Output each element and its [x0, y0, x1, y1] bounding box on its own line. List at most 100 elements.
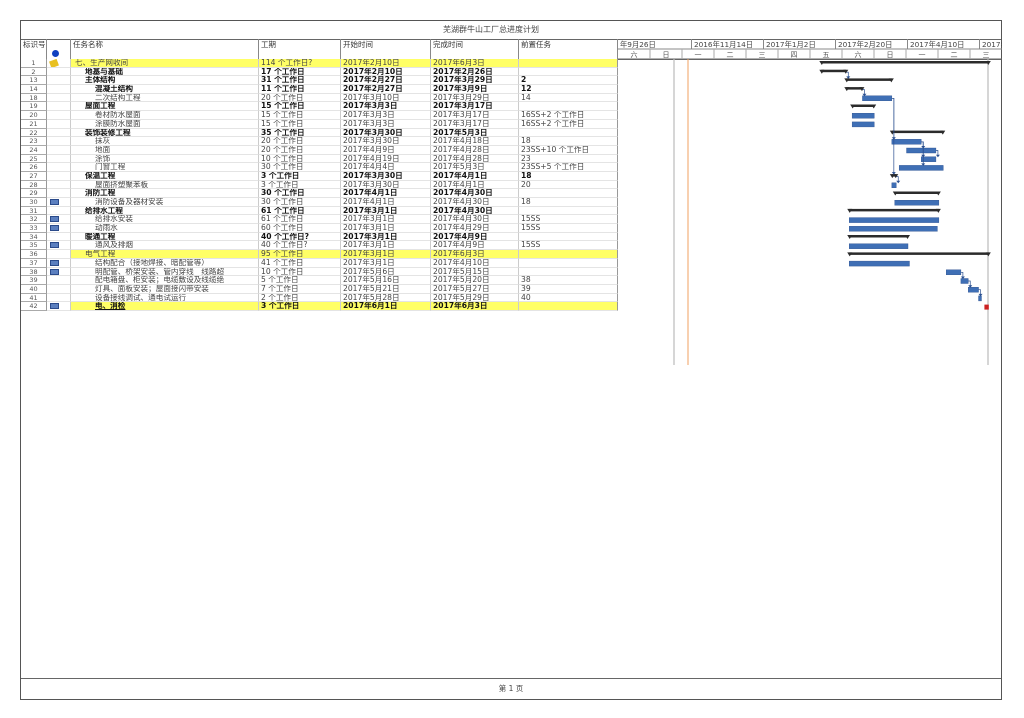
task-finish[interactable]: 2017年6月3日 [431, 250, 519, 259]
col-finish[interactable]: 完成时间 [431, 39, 519, 59]
task-name[interactable]: 混凝土结构 [71, 85, 259, 94]
task-name[interactable]: 抹灰 [71, 137, 259, 146]
task-finish[interactable]: 2017年4月9日 [431, 232, 519, 242]
task-row[interactable]: 18 二次结构工程 20 个工作日 2017年3月10日 2017年3月29日 14 [21, 93, 618, 103]
task-row[interactable]: 36 电气工程 95 个工作日 2017年3月1日 2017年6月3日 [21, 250, 618, 259]
task-start[interactable]: 2017年3月10日 [341, 93, 431, 103]
task-duration[interactable]: 5 个工作日 [259, 276, 341, 285]
task-row[interactable]: 29 消防工程 30 个工作日 2017年4月1日 2017年4月30日 [21, 189, 618, 198]
task-start[interactable]: 2017年6月1日 [341, 302, 431, 311]
task-row[interactable]: 14 混凝土结构 11 个工作日 2017年2月27日 2017年3月9日 12 [21, 85, 618, 94]
task-row[interactable]: 25 涂饰 10 个工作日 2017年4月19日 2017年4月28日 23 [21, 154, 618, 164]
task-start[interactable]: 2017年3月3日 [341, 119, 431, 129]
task-name[interactable]: 消防工程 [71, 189, 259, 198]
task-duration[interactable]: 30 个工作日 [259, 163, 341, 172]
task-finish[interactable]: 2017年4月9日 [431, 241, 519, 251]
col-duration[interactable]: 工期 [259, 39, 341, 59]
task-row[interactable]: 19 屋面工程 15 个工作日 2017年3月3日 2017年3月17日 [21, 102, 618, 112]
task-predecessors[interactable]: 39 [519, 284, 618, 294]
task-start[interactable]: 2017年2月10日 [341, 67, 431, 77]
col-predecessors[interactable]: 前置任务 [519, 39, 618, 59]
task-finish[interactable]: 2017年4月1日 [431, 171, 519, 181]
task-finish[interactable]: 2017年5月3日 [431, 128, 519, 138]
task-finish[interactable]: 2017年4月28日 [431, 145, 519, 155]
task-duration[interactable]: 3 个工作日 [259, 302, 341, 311]
task-name[interactable]: 消防设备及器材安装 [71, 198, 259, 207]
task-row[interactable]: 30 消防设备及器材安装 30 个工作日 2017年4月1日 2017年4月30日 18 [21, 198, 618, 207]
task-row[interactable]: 20 卷材防水屋面 15 个工作日 2017年3月3日 2017年3月17日 16SS+2… [21, 111, 618, 120]
task-name[interactable]: 给排水工程 [71, 206, 259, 216]
task-row[interactable]: 24 地面 20 个工作日 2017年4月9日 2017年4月28日 23SS+10 个工… [21, 145, 618, 155]
task-row[interactable]: 22 装饰装修工程 35 个工作日 2017年3月30日 2017年5月3日 [21, 128, 618, 138]
task-row[interactable]: 37 结构配合（接地焊接、暗配管等） 41 个工作日 2017年3月1日 2017年4月… [21, 258, 618, 268]
task-finish[interactable]: 2017年4月30日 [431, 198, 519, 207]
task-start[interactable]: 2017年5月16日 [341, 276, 431, 285]
task-duration[interactable]: 20 个工作日 [259, 137, 341, 146]
task-row[interactable]: 13 主体结构 31 个工作日 2017年2月27日 2017年3月29日 2 [21, 76, 618, 86]
task-start[interactable]: 2017年2月27日 [341, 85, 431, 94]
task-row[interactable]: 28 屋面挤塑聚苯板 3 个工作日 2017年3月30日 2017年4月1日 20 [21, 180, 618, 190]
task-start[interactable]: 2017年3月3日 [341, 111, 431, 120]
task-duration[interactable]: 40 个工作日? [259, 232, 341, 242]
task-start[interactable]: 2017年3月1日 [341, 232, 431, 242]
task-predecessors[interactable]: 38 [519, 276, 618, 285]
task-row[interactable]: 27 保温工程 3 个工作日 2017年3月30日 2017年4月1日 18 [21, 171, 618, 181]
task-predecessors[interactable] [519, 189, 618, 198]
task-finish[interactable]: 2017年4月10日 [431, 258, 519, 268]
task-predecessors[interactable]: 12 [519, 85, 618, 94]
task-row[interactable]: 34 暖通工程 40 个工作日? 2017年3月1日 2017年4月9日 [21, 232, 618, 242]
task-name[interactable]: 地基与基础 [71, 67, 259, 77]
task-name[interactable]: 电、消检 [71, 302, 259, 311]
task-duration[interactable]: 10 个工作日 [259, 154, 341, 164]
task-start[interactable]: 2017年4月1日 [341, 198, 431, 207]
task-predecessors[interactable]: 23SS+5 个工作日 [519, 163, 618, 172]
task-duration[interactable]: 11 个工作日 [259, 85, 341, 94]
task-predecessors[interactable] [519, 128, 618, 138]
task-duration[interactable]: 15 个工作日 [259, 119, 341, 129]
task-duration[interactable]: 61 个工作日 [259, 215, 341, 225]
task-start[interactable]: 2017年5月6日 [341, 267, 431, 277]
task-row[interactable]: 41 设备接线调试、通电试运行 2 个工作日 2017年5月28日 2017年5月29日… [21, 293, 618, 303]
task-duration[interactable]: 15 个工作日 [259, 102, 341, 112]
task-name[interactable]: 二次结构工程 [71, 93, 259, 103]
task-start[interactable]: 2017年5月28日 [341, 293, 431, 303]
task-row[interactable]: 32 给排水安装 61 个工作日 2017年3月1日 2017年4月30日 15SS [21, 215, 618, 225]
task-predecessors[interactable]: 15SS [519, 241, 618, 251]
task-finish[interactable]: 2017年3月29日 [431, 76, 519, 86]
task-finish[interactable]: 2017年4月28日 [431, 154, 519, 164]
task-predecessors[interactable]: 18 [519, 137, 618, 146]
task-duration[interactable]: 3 个工作日 [259, 171, 341, 181]
task-name[interactable]: 设备接线调试、通电试运行 [71, 293, 259, 303]
task-predecessors[interactable]: 20 [519, 180, 618, 190]
task-start[interactable]: 2017年5月21日 [341, 284, 431, 294]
task-row[interactable]: 23 抹灰 20 个工作日 2017年3月30日 2017年4月18日 18 [21, 137, 618, 146]
task-start[interactable]: 2017年3月1日 [341, 215, 431, 225]
task-duration[interactable]: 3 个工作日 [259, 180, 341, 190]
col-id[interactable]: 标识号 [21, 39, 47, 59]
task-predecessors[interactable]: 14 [519, 93, 618, 103]
task-duration[interactable]: 61 个工作日 [259, 206, 341, 216]
task-name[interactable]: 暖通工程 [71, 232, 259, 242]
task-row[interactable]: 2 地基与基础 17 个工作日 2017年2月10日 2017年2月26日 [21, 67, 618, 77]
task-predecessors[interactable] [519, 206, 618, 216]
task-row[interactable]: 26 门窗工程 30 个工作日 2017年4月4日 2017年5月3日 23SS+5 个工… [21, 163, 618, 172]
task-finish[interactable]: 2017年6月3日 [431, 59, 519, 68]
task-start[interactable]: 2017年4月4日 [341, 163, 431, 172]
task-start[interactable]: 2017年3月1日 [341, 250, 431, 259]
task-duration[interactable]: 20 个工作日 [259, 93, 341, 103]
task-name[interactable]: 通风及排烟 [71, 241, 259, 251]
task-name[interactable]: 屋面挤塑聚苯板 [71, 180, 259, 190]
task-predecessors[interactable]: 40 [519, 293, 618, 303]
col-name[interactable]: 任务名称 [71, 39, 259, 59]
task-predecessors[interactable]: 2 [519, 76, 618, 86]
task-predecessors[interactable] [519, 232, 618, 242]
task-name[interactable]: 装饰装修工程 [71, 128, 259, 138]
task-name[interactable]: 地面 [71, 145, 259, 155]
task-finish[interactable]: 2017年2月26日 [431, 67, 519, 77]
task-finish[interactable]: 2017年5月3日 [431, 163, 519, 172]
task-row[interactable]: 35 通风及排烟 40 个工作日? 2017年3月1日 2017年4月9日 15SS [21, 241, 618, 251]
task-start[interactable]: 2017年2月10日 [341, 59, 431, 68]
task-predecessors[interactable] [519, 67, 618, 77]
task-start[interactable]: 2017年3月1日 [341, 224, 431, 233]
task-duration[interactable]: 114 个工作日? [259, 59, 341, 68]
